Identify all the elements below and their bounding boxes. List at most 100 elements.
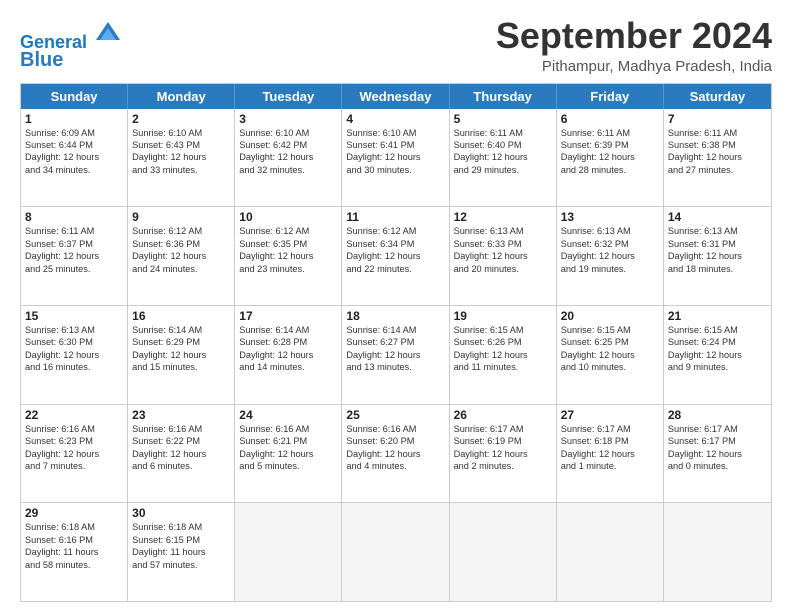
day-number: 18 (346, 309, 444, 323)
cell-line: Sunset: 6:31 PM (668, 238, 767, 250)
cell-line: and 1 minute. (561, 460, 659, 472)
cell-line: Daylight: 12 hours (132, 250, 230, 262)
cell-line: and 28 minutes. (561, 164, 659, 176)
cell-line: Daylight: 12 hours (454, 151, 552, 163)
cal-cell-16: 16Sunrise: 6:14 AMSunset: 6:29 PMDayligh… (128, 306, 235, 404)
cell-line: Sunset: 6:39 PM (561, 139, 659, 151)
cell-line: Sunset: 6:27 PM (346, 336, 444, 348)
cal-row-3: 15Sunrise: 6:13 AMSunset: 6:30 PMDayligh… (21, 305, 771, 404)
cell-line: and 34 minutes. (25, 164, 123, 176)
logo-icon (94, 20, 122, 48)
cell-line: and 6 minutes. (132, 460, 230, 472)
day-number: 11 (346, 210, 444, 224)
cal-row-5: 29Sunrise: 6:18 AMSunset: 6:16 PMDayligh… (21, 502, 771, 601)
cell-line: Daylight: 12 hours (668, 151, 767, 163)
cell-line: Sunrise: 6:15 AM (561, 324, 659, 336)
day-number: 9 (132, 210, 230, 224)
cell-line: and 0 minutes. (668, 460, 767, 472)
cell-line: and 25 minutes. (25, 263, 123, 275)
cell-line: Sunrise: 6:11 AM (561, 127, 659, 139)
cell-line: and 20 minutes. (454, 263, 552, 275)
cell-line: Sunset: 6:32 PM (561, 238, 659, 250)
cell-line: Sunset: 6:36 PM (132, 238, 230, 250)
cal-cell-3: 3Sunrise: 6:10 AMSunset: 6:42 PMDaylight… (235, 109, 342, 207)
cell-line: Daylight: 12 hours (561, 151, 659, 163)
cell-line: and 19 minutes. (561, 263, 659, 275)
day-number: 13 (561, 210, 659, 224)
cell-line: Sunrise: 6:14 AM (239, 324, 337, 336)
cal-cell-26: 26Sunrise: 6:17 AMSunset: 6:19 PMDayligh… (450, 405, 557, 503)
cal-cell-10: 10Sunrise: 6:12 AMSunset: 6:35 PMDayligh… (235, 207, 342, 305)
cell-line: and 22 minutes. (346, 263, 444, 275)
cell-line: Sunset: 6:22 PM (132, 435, 230, 447)
calendar: SundayMondayTuesdayWednesdayThursdayFrid… (20, 83, 772, 602)
cal-cell-20: 20Sunrise: 6:15 AMSunset: 6:25 PMDayligh… (557, 306, 664, 404)
day-header-wednesday: Wednesday (342, 84, 449, 109)
cell-line: Sunrise: 6:13 AM (561, 225, 659, 237)
cal-cell-21: 21Sunrise: 6:15 AMSunset: 6:24 PMDayligh… (664, 306, 771, 404)
cal-cell-18: 18Sunrise: 6:14 AMSunset: 6:27 PMDayligh… (342, 306, 449, 404)
month-title: September 2024 (496, 16, 772, 56)
title-block: September 2024 Pithampur, Madhya Pradesh… (496, 16, 772, 75)
cell-line: Sunrise: 6:11 AM (25, 225, 123, 237)
cell-line: Daylight: 12 hours (561, 448, 659, 460)
day-number: 8 (25, 210, 123, 224)
header: General Blue September 2024 Pithampur, M… (20, 16, 772, 75)
day-number: 14 (668, 210, 767, 224)
cell-line: Sunrise: 6:17 AM (561, 423, 659, 435)
cell-line: and 2 minutes. (454, 460, 552, 472)
day-number: 29 (25, 506, 123, 520)
cal-cell-12: 12Sunrise: 6:13 AMSunset: 6:33 PMDayligh… (450, 207, 557, 305)
day-number: 28 (668, 408, 767, 422)
day-header-saturday: Saturday (664, 84, 771, 109)
cell-line: Sunrise: 6:12 AM (132, 225, 230, 237)
cal-cell-9: 9Sunrise: 6:12 AMSunset: 6:36 PMDaylight… (128, 207, 235, 305)
cell-line: Daylight: 12 hours (346, 349, 444, 361)
cell-line: and 18 minutes. (668, 263, 767, 275)
cell-line: Daylight: 12 hours (132, 448, 230, 460)
cal-cell-14: 14Sunrise: 6:13 AMSunset: 6:31 PMDayligh… (664, 207, 771, 305)
cell-line: Sunset: 6:24 PM (668, 336, 767, 348)
cell-line: Sunrise: 6:10 AM (346, 127, 444, 139)
day-number: 2 (132, 112, 230, 126)
day-number: 16 (132, 309, 230, 323)
cell-line: Sunset: 6:35 PM (239, 238, 337, 250)
day-header-monday: Monday (128, 84, 235, 109)
cell-line: Sunrise: 6:14 AM (132, 324, 230, 336)
cell-line: Daylight: 12 hours (668, 250, 767, 262)
cell-line: Sunrise: 6:16 AM (239, 423, 337, 435)
day-number: 17 (239, 309, 337, 323)
cell-line: Sunrise: 6:12 AM (239, 225, 337, 237)
cell-line: Daylight: 12 hours (561, 349, 659, 361)
cell-line: Sunrise: 6:16 AM (132, 423, 230, 435)
day-number: 15 (25, 309, 123, 323)
cal-cell-11: 11Sunrise: 6:12 AMSunset: 6:34 PMDayligh… (342, 207, 449, 305)
cell-line: Sunrise: 6:15 AM (454, 324, 552, 336)
day-number: 19 (454, 309, 552, 323)
cell-line: and 32 minutes. (239, 164, 337, 176)
cell-line: Sunrise: 6:13 AM (454, 225, 552, 237)
cal-cell-7: 7Sunrise: 6:11 AMSunset: 6:38 PMDaylight… (664, 109, 771, 207)
cell-line: Sunset: 6:28 PM (239, 336, 337, 348)
cell-line: and 30 minutes. (346, 164, 444, 176)
logo-text: General (20, 20, 122, 53)
cell-line: Daylight: 12 hours (25, 151, 123, 163)
cal-cell-2: 2Sunrise: 6:10 AMSunset: 6:43 PMDaylight… (128, 109, 235, 207)
cell-line: Daylight: 12 hours (239, 250, 337, 262)
cell-line: and 11 minutes. (454, 361, 552, 373)
day-number: 12 (454, 210, 552, 224)
cal-cell-4: 4Sunrise: 6:10 AMSunset: 6:41 PMDaylight… (342, 109, 449, 207)
cell-line: Daylight: 11 hours (132, 546, 230, 558)
cell-line: Sunset: 6:25 PM (561, 336, 659, 348)
cell-line: and 5 minutes. (239, 460, 337, 472)
cell-line: Sunset: 6:17 PM (668, 435, 767, 447)
cell-line: Sunset: 6:29 PM (132, 336, 230, 348)
cal-cell-23: 23Sunrise: 6:16 AMSunset: 6:22 PMDayligh… (128, 405, 235, 503)
cell-line: Sunset: 6:15 PM (132, 534, 230, 546)
cal-cell-empty (557, 503, 664, 601)
cell-line: Sunset: 6:26 PM (454, 336, 552, 348)
cell-line: Daylight: 12 hours (668, 349, 767, 361)
cell-line: and 58 minutes. (25, 559, 123, 571)
cal-cell-28: 28Sunrise: 6:17 AMSunset: 6:17 PMDayligh… (664, 405, 771, 503)
cell-line: Daylight: 12 hours (346, 151, 444, 163)
